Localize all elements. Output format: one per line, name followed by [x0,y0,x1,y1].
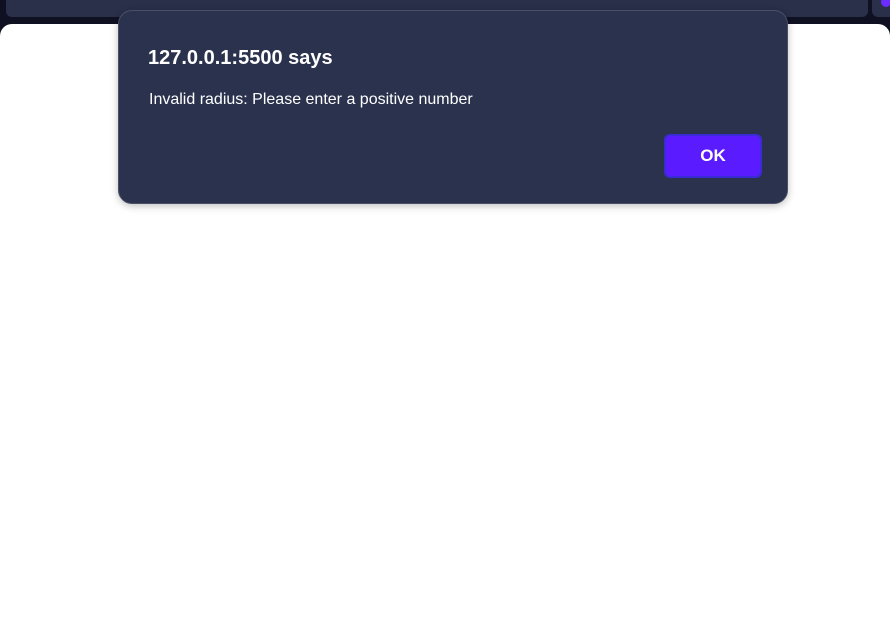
toolbar-menu-button[interactable] [872,0,890,17]
alert-dialog: 127.0.0.1:5500 says Invalid radius: Plea… [118,10,788,204]
alert-title: 127.0.0.1:5500 says [148,47,333,69]
extension-icon [881,0,890,7]
ok-button[interactable]: OK [664,134,762,178]
alert-message: Invalid radius: Please enter a positive … [149,91,473,108]
